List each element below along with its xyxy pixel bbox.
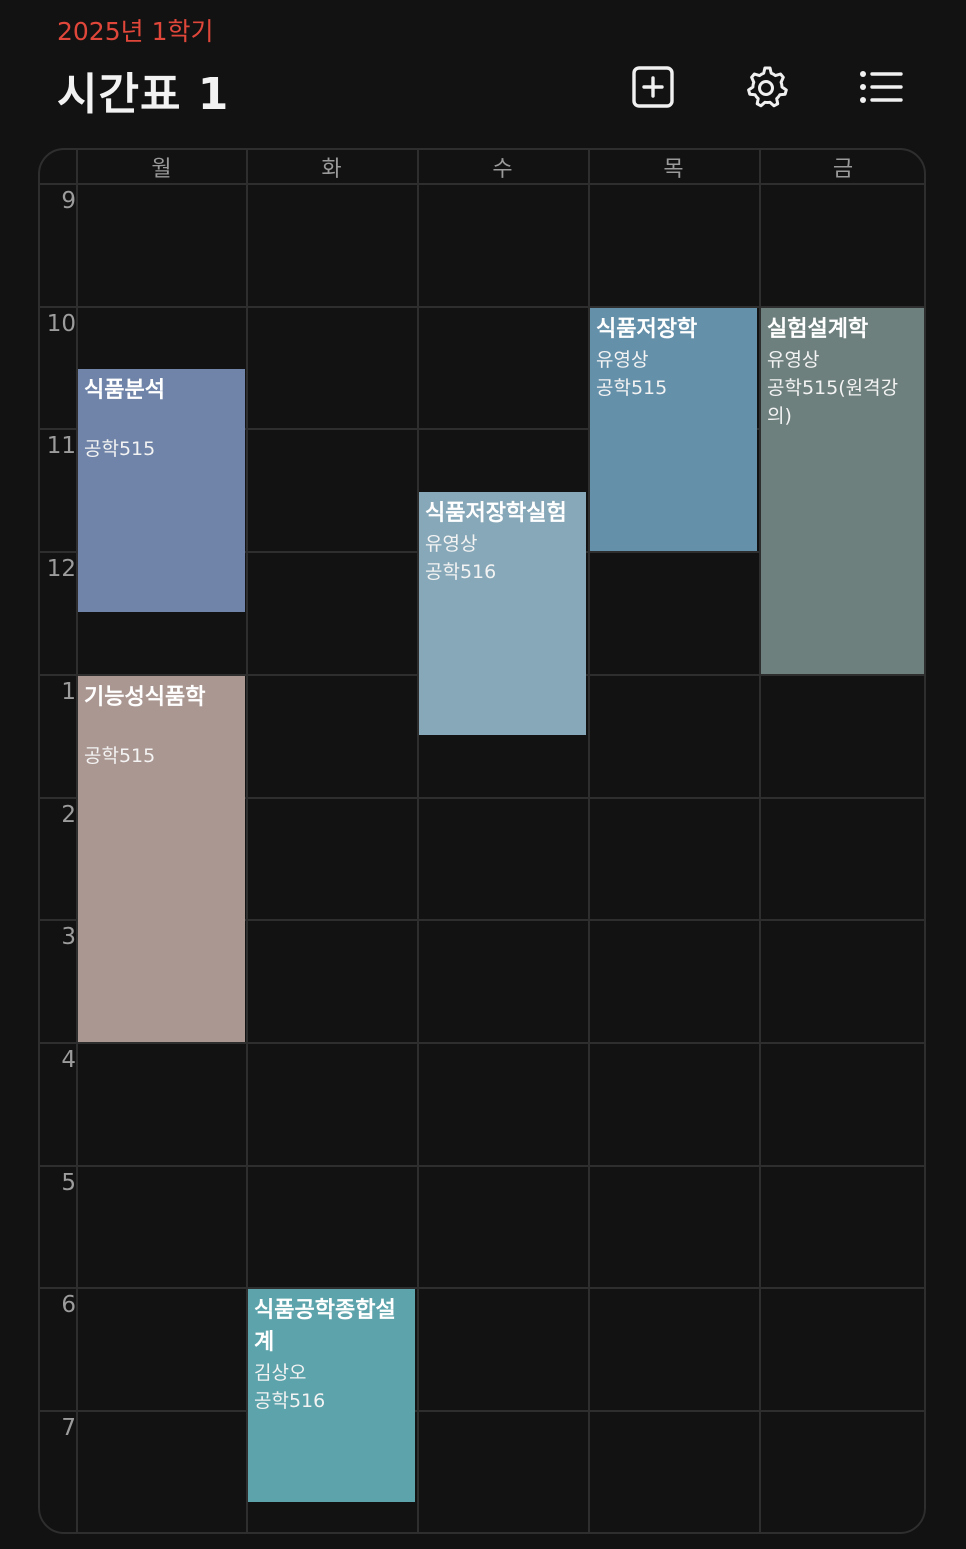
semester-label[interactable]: 2025년 1학기 [57, 12, 213, 48]
hour-label: 6 [61, 1292, 76, 1319]
add-course-button[interactable] [628, 62, 678, 112]
day-header: 화 [321, 157, 342, 182]
grid-hour-divider [40, 1287, 924, 1290]
grid-column-divider [417, 150, 419, 1532]
gear-icon [747, 66, 788, 108]
course-block[interactable]: 기능성식품학공학515 [78, 675, 245, 1042]
course-professor: 김상오 [254, 1362, 307, 1385]
day-header: 수 [492, 157, 513, 182]
course-block[interactable]: 식품저장학유영상공학515 [590, 307, 757, 552]
course-name: 실험설계학 [767, 316, 869, 342]
timetable-list-button[interactable] [855, 62, 905, 112]
course-professor-empty [84, 407, 239, 435]
course-name: 식품공학종합설계 [254, 1298, 396, 1356]
course-professor: 유영상 [596, 348, 649, 371]
course-name: 식품저장학실험 [425, 500, 567, 526]
course-block[interactable]: 실험설계학유영상공학515(원격강의) [761, 307, 924, 674]
hour-label: 12 [46, 556, 76, 583]
hour-label: 10 [46, 310, 76, 337]
course-professor: 유영상 [767, 348, 820, 371]
course-professor: 유영상 [425, 532, 478, 555]
hour-label: 3 [61, 924, 76, 951]
course-block[interactable]: 식품저장학실험유영상공학516 [419, 491, 586, 736]
list-icon [860, 71, 903, 103]
settings-button[interactable] [741, 62, 791, 112]
day-header: 월 [151, 157, 172, 182]
course-room: 공학515 [596, 376, 668, 399]
course-block[interactable]: 식품공학종합설계김상오공학516 [248, 1289, 415, 1503]
hour-label: 7 [61, 1415, 76, 1441]
grid-hour-divider [40, 1164, 924, 1167]
course-block[interactable]: 식품분석공학515 [78, 369, 245, 613]
timetable-title[interactable]: 시간표 1 [57, 58, 229, 122]
grid-hour-divider [40, 1041, 924, 1044]
add-square-icon [632, 66, 674, 108]
hour-label: 11 [46, 433, 76, 460]
course-room: 공학515 [84, 744, 156, 767]
course-room: 공학516 [254, 1390, 326, 1413]
day-header: 목 [663, 157, 684, 182]
course-room: 공학516 [425, 560, 497, 583]
hour-label: 9 [61, 188, 76, 214]
course-name: 식품저장학 [596, 316, 698, 342]
grid-hour-divider [40, 1410, 924, 1412]
hour-label: 5 [61, 1169, 76, 1196]
course-professor-empty [84, 714, 239, 742]
header: 2025년 1학기 시간표 1 [0, 0, 966, 148]
course-name: 기능성식품학 [84, 684, 206, 710]
course-name: 식품분석 [84, 378, 165, 404]
hour-label: 2 [61, 801, 76, 828]
hour-label: 4 [61, 1046, 76, 1073]
hour-label: 1 [61, 678, 76, 705]
course-room: 공학515(원격강의) [767, 376, 899, 427]
course-room: 공학515 [84, 438, 156, 461]
day-header: 금 [832, 157, 854, 182]
timetable-grid[interactable]: 월 화 수 목 금 9 10 11 12 1 2 3 4 5 6 7 식품분석 공학515 기능성식품학 공학515 식… [38, 148, 926, 1534]
